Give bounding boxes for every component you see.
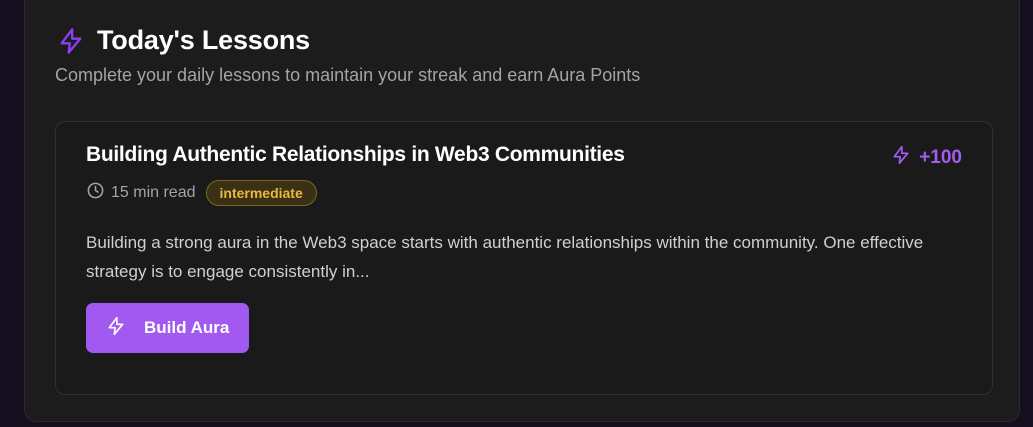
- build-aura-button[interactable]: Build Aura: [86, 303, 250, 353]
- read-time: 15 min read: [86, 181, 196, 205]
- lessons-panel: Today's Lessons Complete your daily less…: [24, 0, 1020, 422]
- points-value: +100: [919, 147, 962, 168]
- lightning-icon: [106, 316, 126, 341]
- read-time-label: 15 min read: [111, 184, 196, 201]
- section-title: Today's Lessons: [97, 25, 310, 55]
- lesson-title[interactable]: Building Authentic Relationships in Web3…: [86, 143, 625, 167]
- lesson-excerpt: Building a strong aura in the Web3 space…: [86, 233, 924, 281]
- build-aura-label: Build Aura: [144, 318, 230, 337]
- section-subtitle: Complete your daily lessons to maintain …: [55, 65, 641, 85]
- points-reward: +100: [891, 145, 962, 171]
- lightning-icon: [891, 145, 911, 171]
- section-header: Today's Lessons: [57, 25, 310, 56]
- lesson-meta: 15 min read intermediate: [86, 180, 317, 206]
- difficulty-badge: intermediate: [205, 180, 317, 206]
- lightning-icon: [57, 27, 85, 55]
- clock-icon: [86, 181, 105, 205]
- lesson-card[interactable]: Building Authentic Relationships in Web3…: [55, 121, 993, 395]
